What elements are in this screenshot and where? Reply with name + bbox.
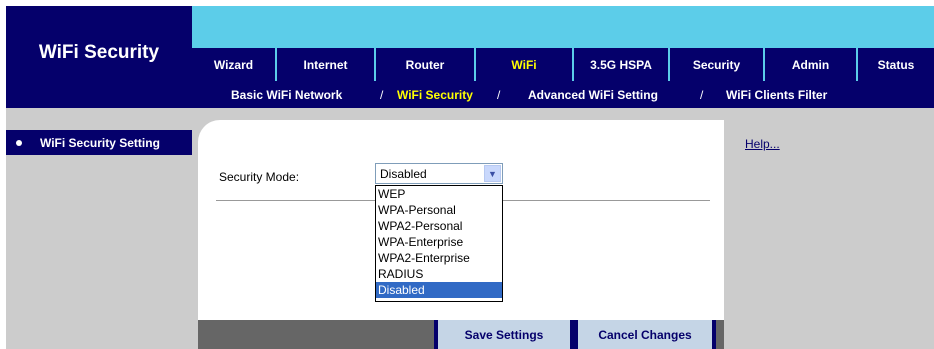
tab-3g-hspa[interactable]: 3.5G HSPA xyxy=(574,48,668,81)
option-radius[interactable]: RADIUS xyxy=(376,266,502,282)
help-panel xyxy=(724,120,934,349)
option-wpa-personal[interactable]: WPA-Personal xyxy=(376,202,502,218)
tab-label: Security xyxy=(692,57,741,72)
select-value: Disabled xyxy=(380,166,427,181)
tab-label: Router xyxy=(405,57,445,72)
sidebar-item-wifi-security-setting[interactable]: WiFi Security Setting xyxy=(6,130,192,155)
option-wpa2-personal[interactable]: WPA2-Personal xyxy=(376,218,502,234)
subnav-advanced-wifi[interactable]: Advanced WiFi Setting xyxy=(528,81,658,108)
tab-label: Status xyxy=(877,57,915,72)
page-title: WiFi Security xyxy=(38,42,160,63)
tab-label: WiFi xyxy=(511,57,537,72)
tab-router[interactable]: Router xyxy=(376,48,474,81)
tab-security[interactable]: Security xyxy=(670,48,763,81)
tab-internet[interactable]: Internet xyxy=(277,48,374,81)
tab-label: 3.5G HSPA xyxy=(590,57,652,72)
security-mode-dropdown: WEP WPA-Personal WPA2-Personal WPA-Enter… xyxy=(375,185,503,302)
security-mode-label: Security Mode: xyxy=(219,170,300,184)
sidebar-item-label: WiFi Security Setting xyxy=(40,135,160,150)
bullet-icon xyxy=(16,139,22,146)
option-wep[interactable]: WEP xyxy=(376,186,502,202)
save-settings-button[interactable]: Save Settings xyxy=(434,320,574,349)
security-mode-select[interactable]: Disabled ▼ xyxy=(375,163,503,184)
subnav-basic-wifi[interactable]: Basic WiFi Network xyxy=(231,81,342,108)
chevron-down-icon[interactable]: ▼ xyxy=(484,165,501,182)
separator-strip xyxy=(6,108,934,120)
option-wpa-enterprise[interactable]: WPA-Enterprise xyxy=(376,234,502,250)
tab-admin[interactable]: Admin xyxy=(765,48,856,81)
tab-label: Admin xyxy=(791,57,830,72)
tab-label: Wizard xyxy=(213,57,254,72)
option-disabled[interactable]: Disabled xyxy=(376,282,502,298)
tab-wifi[interactable]: WiFi xyxy=(476,48,572,81)
subnav-wifi-security[interactable]: WiFi Security xyxy=(397,81,473,108)
subnav-separator: / xyxy=(700,87,704,102)
option-wpa2-enterprise[interactable]: WPA2-Enterprise xyxy=(376,250,502,266)
tab-wizard[interactable]: Wizard xyxy=(192,48,275,81)
subnav-separator: / xyxy=(497,87,501,102)
cancel-changes-button[interactable]: Cancel Changes xyxy=(574,320,716,349)
subnav-wifi-clients-filter[interactable]: WiFi Clients Filter xyxy=(726,81,827,108)
tab-status[interactable]: Status xyxy=(858,48,934,81)
help-link[interactable]: Help... xyxy=(745,137,780,151)
tab-label: Internet xyxy=(303,57,348,72)
subnav-separator: / xyxy=(380,87,384,102)
